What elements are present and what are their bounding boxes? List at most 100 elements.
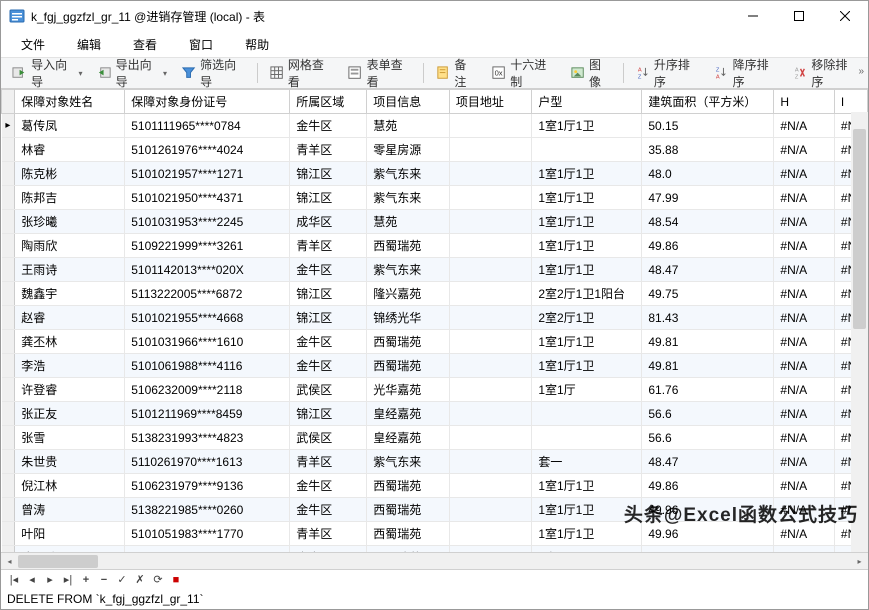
column-header[interactable]: 户型: [532, 90, 642, 114]
table-row[interactable]: 朱世贵5110261970****1613青羊区紫气东来套一48.47#N/A#…: [2, 450, 868, 474]
menu-window[interactable]: 窗口: [173, 32, 229, 57]
cell[interactable]: 1室1厅1卫: [532, 330, 642, 354]
cell[interactable]: 5109221999****3261: [125, 234, 290, 258]
row-header[interactable]: [2, 378, 15, 402]
cell[interactable]: 紫气东来: [367, 186, 450, 210]
column-header[interactable]: I: [834, 90, 867, 114]
cell[interactable]: 50.15: [642, 114, 774, 138]
cell[interactable]: 成华区: [290, 210, 367, 234]
cell[interactable]: 金牛区: [290, 330, 367, 354]
cell[interactable]: 48.54: [642, 210, 774, 234]
cell[interactable]: 套一: [532, 450, 642, 474]
horizontal-scrollbar[interactable]: ◂ ▸: [1, 552, 868, 569]
cell[interactable]: 2室2厅1卫: [532, 306, 642, 330]
cell[interactable]: 林睿: [15, 138, 125, 162]
cell[interactable]: 许登睿: [15, 378, 125, 402]
row-header[interactable]: [2, 426, 15, 450]
cell[interactable]: 锦江区: [290, 162, 367, 186]
cell[interactable]: 紫气东来: [367, 258, 450, 282]
cell[interactable]: #N/A: [774, 498, 835, 522]
row-header[interactable]: [2, 450, 15, 474]
cell[interactable]: 皇经嘉苑: [367, 402, 450, 426]
cell[interactable]: 48.47: [642, 450, 774, 474]
cell[interactable]: #N/A: [774, 306, 835, 330]
nav-cancel[interactable]: ✗: [131, 572, 149, 588]
nav-first[interactable]: |◂: [5, 572, 23, 588]
remove-sort-button[interactable]: AZ移除排序: [786, 54, 863, 92]
cell[interactable]: [449, 522, 532, 546]
cell[interactable]: 金牛区: [290, 474, 367, 498]
filter-wizard-button[interactable]: 筛选向导: [175, 54, 252, 92]
cell[interactable]: [449, 426, 532, 450]
column-header[interactable]: 建筑面积（平方米）: [642, 90, 774, 114]
table-row[interactable]: 龚丕林5101031966****1610金牛区西蜀瑞苑1室1厅1卫49.81#…: [2, 330, 868, 354]
cell[interactable]: 5106232009****2118: [125, 378, 290, 402]
nav-stop[interactable]: ■: [167, 572, 185, 588]
cell[interactable]: 1室1厅1卫: [532, 498, 642, 522]
cell[interactable]: 5101021950****4371: [125, 186, 290, 210]
cell[interactable]: 慧苑: [367, 210, 450, 234]
cell[interactable]: 5101021955****4668: [125, 306, 290, 330]
data-grid[interactable]: 保障对象姓名保障对象身份证号所属区域项目信息项目地址户型建筑面积（平方米）HI …: [1, 89, 868, 552]
cell[interactable]: [449, 330, 532, 354]
cell[interactable]: 5106231979****9136: [125, 474, 290, 498]
cell[interactable]: [449, 450, 532, 474]
hex-button[interactable]: 0x十六进制: [485, 54, 562, 92]
table-row[interactable]: 曾涛5138221985****0260金牛区西蜀瑞苑1室1厅1卫49.96#N…: [2, 498, 868, 522]
nav-add[interactable]: +: [77, 572, 95, 588]
cell[interactable]: 青羊区: [290, 450, 367, 474]
cell[interactable]: #N/A: [774, 522, 835, 546]
column-header[interactable]: H: [774, 90, 835, 114]
menu-help[interactable]: 帮助: [229, 32, 285, 57]
cell[interactable]: 皇经嘉苑: [367, 426, 450, 450]
table-row[interactable]: 林睿5101261976****4024青羊区零星房源35.88#N/A#N: [2, 138, 868, 162]
cell[interactable]: 1室1厅1卫: [532, 474, 642, 498]
cell[interactable]: 49.86: [642, 234, 774, 258]
cell[interactable]: 锦江区: [290, 186, 367, 210]
cell[interactable]: 魏鑫宇: [15, 282, 125, 306]
cell[interactable]: 陶雨欣: [15, 234, 125, 258]
cell[interactable]: 49.75: [642, 282, 774, 306]
image-button[interactable]: 图像: [564, 54, 618, 92]
cell[interactable]: #N/A: [774, 426, 835, 450]
cell[interactable]: [449, 210, 532, 234]
cell[interactable]: 1室1厅1卫: [532, 210, 642, 234]
import-wizard-button[interactable]: 导入向导▾: [6, 54, 88, 92]
cell[interactable]: [449, 162, 532, 186]
vertical-scrollbar[interactable]: [851, 112, 868, 552]
cell[interactable]: 张正友: [15, 402, 125, 426]
cell[interactable]: #N/A: [774, 138, 835, 162]
column-header[interactable]: 保障对象身份证号: [125, 90, 290, 114]
nav-commit[interactable]: ✓: [113, 572, 131, 588]
cell[interactable]: [449, 258, 532, 282]
cell[interactable]: 赵睿: [15, 306, 125, 330]
cell[interactable]: 5138221985****0260: [125, 498, 290, 522]
cell[interactable]: 青羊区: [290, 138, 367, 162]
cell[interactable]: 49.81: [642, 330, 774, 354]
cell[interactable]: 叶阳: [15, 522, 125, 546]
export-wizard-button[interactable]: 导出向导▾: [90, 54, 172, 92]
menu-edit[interactable]: 编辑: [61, 32, 117, 57]
cell[interactable]: [449, 378, 532, 402]
cell[interactable]: 陈克彬: [15, 162, 125, 186]
cell[interactable]: 慧苑: [367, 114, 450, 138]
cell[interactable]: 青羊区: [290, 234, 367, 258]
cell[interactable]: #N/A: [774, 114, 835, 138]
row-header[interactable]: [2, 162, 15, 186]
cell[interactable]: 5101111965****0784: [125, 114, 290, 138]
row-header[interactable]: [2, 210, 15, 234]
cell[interactable]: 隆兴嘉苑: [367, 282, 450, 306]
minimize-button[interactable]: [730, 1, 776, 31]
close-button[interactable]: [822, 1, 868, 31]
sort-desc-button[interactable]: ZA降序排序: [707, 54, 784, 92]
cell[interactable]: 48.0: [642, 162, 774, 186]
cell[interactable]: 张雪: [15, 426, 125, 450]
cell[interactable]: #N/A: [774, 258, 835, 282]
hscroll-left[interactable]: ◂: [1, 553, 18, 570]
table-row[interactable]: 张珍曦5101031953****2245成华区慧苑1室1厅1卫48.54#N/…: [2, 210, 868, 234]
table-row[interactable]: 王雨诗5101142013****020X金牛区紫气东来1室1厅1卫48.47#…: [2, 258, 868, 282]
cell[interactable]: 56.6: [642, 402, 774, 426]
cell[interactable]: 西蜀瑞苑: [367, 522, 450, 546]
table-row[interactable]: 叶阳5101051983****1770青羊区西蜀瑞苑1室1厅1卫49.96#N…: [2, 522, 868, 546]
row-header[interactable]: [2, 306, 15, 330]
